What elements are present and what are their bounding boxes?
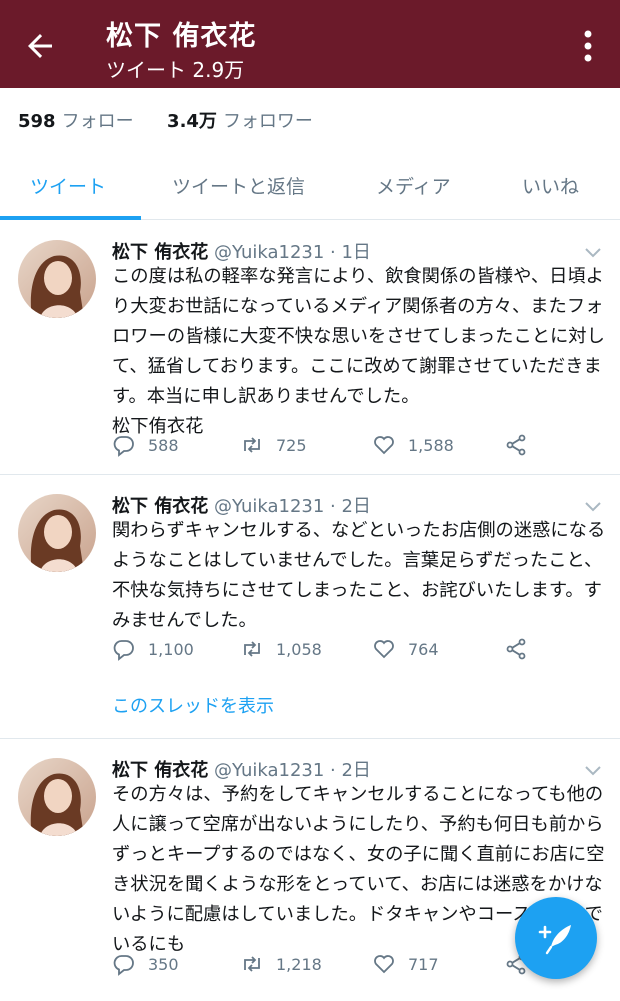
- tab-likes[interactable]: いいね: [522, 172, 579, 199]
- tab-tweets[interactable]: ツイート: [30, 172, 106, 199]
- reply-button[interactable]: 588: [112, 432, 179, 458]
- retweet-icon: [244, 956, 260, 972]
- show-thread-link[interactable]: このスレッドを表示: [112, 692, 274, 718]
- following-link[interactable]: 598 フォロー: [18, 111, 134, 132]
- retweet-count: 725: [276, 435, 307, 455]
- tweet-header: 松下 侑衣花 @Yuika1231 · 2日: [112, 756, 371, 782]
- reply-button[interactable]: 1,100: [112, 636, 194, 662]
- reply-count: 588: [148, 435, 179, 455]
- tweet-text: 関わらずキャンセルする、などといったお店側の迷惑になるようなことはしていませんで…: [112, 520, 606, 631]
- like-icon: [374, 640, 394, 659]
- like-count: 1,588: [408, 435, 454, 455]
- share-button[interactable]: [504, 432, 528, 458]
- retweet-icon: [244, 437, 260, 453]
- tweet-actions: 350 1,218 717: [112, 951, 542, 977]
- retweet-button[interactable]: 725: [240, 432, 307, 458]
- tweet-header: 松下 侑衣花 @Yuika1231 · 1日: [112, 238, 371, 264]
- compose-icon: [538, 925, 571, 955]
- more-vert-icon[interactable]: [582, 30, 594, 62]
- profile-header: 松下 侑衣花 ツイート 2.9万: [0, 0, 620, 88]
- compose-tweet-button[interactable]: [515, 897, 597, 979]
- reply-count: 350: [148, 954, 179, 974]
- retweet-icon: [244, 641, 260, 657]
- page-title: 松下 侑衣花: [106, 21, 257, 52]
- share-icon: [506, 638, 526, 660]
- like-icon: [374, 436, 394, 455]
- like-count: 764: [408, 639, 439, 659]
- tweet-header: 松下 侑衣花 @Yuika1231 · 2日: [112, 492, 371, 518]
- like-button[interactable]: 717: [372, 951, 439, 977]
- reply-button[interactable]: 350: [112, 951, 179, 977]
- reply-icon: [113, 955, 134, 976]
- like-button[interactable]: 1,588: [372, 432, 454, 458]
- active-tab-indicator: [0, 216, 141, 220]
- avatar[interactable]: [18, 240, 96, 318]
- chevron-down-icon[interactable]: [584, 247, 602, 259]
- share-button[interactable]: [504, 636, 528, 662]
- like-button[interactable]: 764: [372, 636, 439, 662]
- chevron-down-icon[interactable]: [584, 765, 602, 777]
- like-icon: [374, 955, 394, 974]
- follow-stats: 598 フォロー 3.4万 フォロワー: [18, 107, 313, 133]
- share-icon: [506, 434, 526, 456]
- author-handle-time: @Yuika1231 · 2日: [214, 760, 371, 781]
- avatar[interactable]: [18, 494, 96, 572]
- tab-tweets-and-replies[interactable]: ツイートと返信: [172, 172, 305, 199]
- tweet-item[interactable]: 松下 侑衣花 @Yuika1231 · 2日 関わらずキャンセルする、などといっ…: [0, 475, 620, 739]
- tweet-item[interactable]: 松下 侑衣花 @Yuika1231 · 1日 この度は私の軽率な発言により、飲食…: [0, 221, 620, 475]
- tweet-text: この度は私の軽率な発言により、飲食関係の皆様や、日頃より大変お世話になっているメ…: [112, 266, 605, 437]
- retweet-button[interactable]: 1,058: [240, 636, 322, 662]
- retweet-count: 1,218: [276, 954, 322, 974]
- tab-media[interactable]: メディア: [376, 172, 451, 199]
- profile-tabs: ツイート ツイートと返信 メディア いいね: [0, 150, 620, 220]
- reply-count: 1,100: [148, 639, 194, 659]
- tweet-count: ツイート 2.9万: [106, 58, 245, 82]
- retweet-count: 1,058: [276, 639, 322, 659]
- reply-icon: [113, 436, 134, 457]
- tweet-actions: 588 725 1,588: [112, 432, 542, 458]
- chevron-down-icon[interactable]: [584, 501, 602, 513]
- reply-icon: [113, 640, 134, 661]
- back-arrow-icon[interactable]: [22, 28, 58, 64]
- avatar[interactable]: [18, 758, 96, 836]
- author-handle-time: @Yuika1231 · 1日: [214, 242, 371, 263]
- author-name[interactable]: 松下 侑衣花: [112, 496, 208, 517]
- like-count: 717: [408, 954, 439, 974]
- tweet-actions: 1,100 1,058 764: [112, 636, 542, 662]
- author-name[interactable]: 松下 侑衣花: [112, 242, 208, 263]
- author-handle-time: @Yuika1231 · 2日: [214, 496, 371, 517]
- author-name[interactable]: 松下 侑衣花: [112, 760, 208, 781]
- followers-link[interactable]: 3.4万 フォロワー: [167, 111, 313, 132]
- retweet-button[interactable]: 1,218: [240, 951, 322, 977]
